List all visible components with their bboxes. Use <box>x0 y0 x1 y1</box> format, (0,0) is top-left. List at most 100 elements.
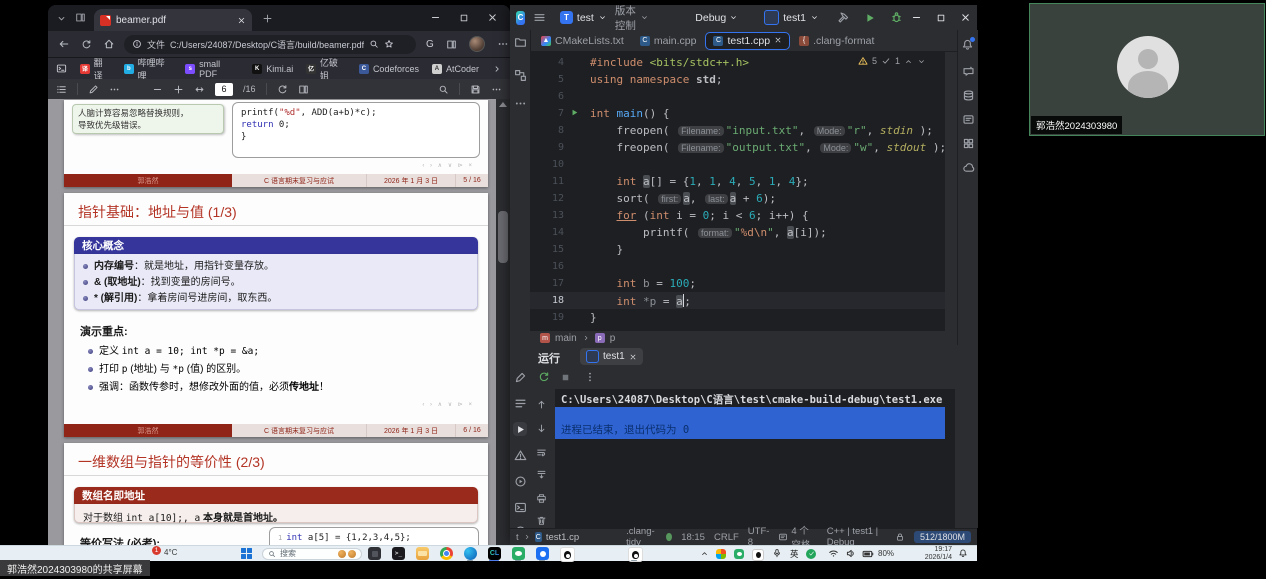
rerun-icon[interactable] <box>538 371 550 383</box>
pdf-draw-icon[interactable] <box>88 84 99 95</box>
tray-volume-icon[interactable] <box>845 548 856 559</box>
notification-center-icon[interactable] <box>958 548 968 558</box>
taskbar-wechat[interactable] <box>512 547 525 560</box>
documentation-tool-icon[interactable] <box>961 112 975 126</box>
pdf-viewport[interactable]: 人脑计算容易忽略替换规则， 导致优先级错误。 printf("%d", ADD(… <box>48 99 510 560</box>
taskbar-chrome[interactable] <box>440 547 453 560</box>
line-number[interactable]: 16 <box>530 261 572 272</box>
editor-tab-CMakeLists.txt[interactable]: ▲CMakeLists.txt <box>534 33 631 49</box>
taskbar-file-explorer[interactable] <box>416 547 429 560</box>
code-line-11[interactable]: 11 int a[] = {1, 1, 4, 5, 1, 4}; <box>530 173 945 190</box>
start-button[interactable] <box>240 547 253 560</box>
line-number[interactable]: 11 <box>530 176 572 187</box>
pdf-more-icon[interactable] <box>109 84 120 95</box>
bookmarks-overflow-icon[interactable] <box>492 64 502 74</box>
scroll-up-arrow[interactable] <box>499 102 507 107</box>
maximize-icon[interactable] <box>459 13 469 23</box>
run-tool-icon[interactable] <box>513 422 527 436</box>
sidebar-toggle-icon[interactable] <box>56 63 67 74</box>
run-tab[interactable]: test1 <box>580 348 643 365</box>
taskbar-search[interactable]: 搜索 <box>262 548 362 560</box>
code-line-19[interactable]: 19} <box>530 309 945 326</box>
split-screen-icon[interactable] <box>446 39 457 50</box>
maximize-icon[interactable] <box>936 13 946 23</box>
inspection-widget[interactable]: 5 1 <box>858 56 926 66</box>
back-icon[interactable] <box>58 38 70 50</box>
reload-icon[interactable] <box>81 39 92 50</box>
tray-overflow-icon[interactable] <box>700 549 709 558</box>
weather-temperature[interactable]: 4°C <box>164 548 177 557</box>
two-page-view-icon[interactable] <box>298 84 309 95</box>
status-caret-position[interactable]: 18:15 <box>681 532 705 543</box>
close-icon[interactable] <box>487 12 498 23</box>
zoom-page-icon[interactable] <box>369 39 379 49</box>
code-line-13[interactable]: 13 for (int i = 0; i < 6; i++) { <box>530 207 945 224</box>
page-number-input[interactable]: 6 <box>215 83 233 96</box>
prev-problem-icon[interactable] <box>904 57 913 66</box>
minimize-icon[interactable] <box>430 12 441 23</box>
clangd-status-icon[interactable] <box>666 533 672 541</box>
pdf-scrollbar[interactable] <box>496 99 510 560</box>
run-gutter-icon[interactable] <box>570 108 579 119</box>
project-widget[interactable]: T test <box>560 11 607 24</box>
taskbar-meeting-app[interactable] <box>536 547 549 560</box>
status-file-name[interactable]: test1.cp <box>546 532 579 543</box>
code-line-6[interactable]: 6 <box>530 88 945 105</box>
line-number[interactable]: 14 <box>530 227 572 238</box>
browser-menu-icon[interactable] <box>497 38 509 50</box>
code-line-15[interactable]: 15 } <box>530 241 945 258</box>
url-text[interactable]: C:/Users/24087/Desktop/C语言/build/beamer.… <box>170 38 364 51</box>
services-tool-icon[interactable] <box>513 474 527 488</box>
pdf-search-icon[interactable] <box>438 84 449 95</box>
clear-console-icon[interactable] <box>536 515 547 526</box>
code-line-18[interactable]: 18 int *p = a; <box>530 292 945 309</box>
line-number[interactable]: 8 <box>530 125 572 136</box>
stop-icon[interactable] <box>560 372 571 383</box>
code-line-8[interactable]: 8 freopen( Filename:"input.txt", Mode:"r… <box>530 122 945 139</box>
line-number[interactable]: 10 <box>530 159 572 170</box>
line-number[interactable]: 6 <box>530 91 572 102</box>
editor-tab-.clang-format[interactable]: {.clang-format <box>792 33 881 49</box>
build-type-selector[interactable]: Debug <box>695 12 738 24</box>
tray-wechat-icon[interactable] <box>734 549 744 559</box>
minimize-icon[interactable] <box>911 12 922 23</box>
zoom-out-icon[interactable] <box>152 84 163 95</box>
tray-battery-icon[interactable] <box>862 548 874 560</box>
breadcrumb-variable[interactable]: p <box>610 333 616 344</box>
next-problem-icon[interactable] <box>917 57 926 66</box>
tab-actions-chevron-icon[interactable] <box>56 13 67 24</box>
g-extension-icon[interactable]: G <box>426 39 434 50</box>
code-line-7[interactable]: 7int main() { <box>530 105 945 122</box>
code-line-14[interactable]: 14 printf( format:"%d\n", a[i]); <box>530 224 945 241</box>
terminal-tool-icon[interactable] <box>513 500 527 514</box>
line-number[interactable]: 17 <box>530 278 572 289</box>
problems-tool-icon[interactable] <box>513 448 527 462</box>
taskbar-widgets-app[interactable] <box>368 547 381 560</box>
bookmark-AtCoder[interactable]: AAtCoder <box>432 56 479 82</box>
favorite-star-icon[interactable] <box>384 39 394 49</box>
line-number[interactable]: 18 <box>530 295 572 306</box>
tray-wifi-icon[interactable] <box>828 548 839 559</box>
line-number[interactable]: 13 <box>530 210 572 221</box>
code-line-16[interactable]: 16 <box>530 258 945 275</box>
soft-wrap-icon[interactable] <box>536 447 547 458</box>
line-number[interactable]: 15 <box>530 244 572 255</box>
browser-tab-active[interactable]: beamer.pdf <box>94 9 252 31</box>
status-breadcrumb-prefix[interactable]: t <box>516 532 519 543</box>
scrollbar-thumb[interactable] <box>498 211 508 263</box>
prev-occurrence-icon[interactable] <box>536 399 547 410</box>
zoom-in-icon[interactable] <box>173 84 184 95</box>
home-icon[interactable] <box>103 38 115 50</box>
build-tool-icon[interactable] <box>513 370 527 384</box>
run-config-selector[interactable]: test1 <box>764 10 819 25</box>
run-icon[interactable] <box>864 12 876 24</box>
pdf-toc-icon[interactable] <box>56 84 67 95</box>
taskbar-terminal-app[interactable]: >_ <box>392 547 405 560</box>
tab-close-icon[interactable] <box>237 16 246 25</box>
code-editor[interactable]: 4#include <bits/stdc++.h>5using namespac… <box>530 52 945 330</box>
bookmark-翻译[interactable]: 译翻译 <box>80 56 111 82</box>
ime-indicator[interactable]: 英 <box>790 548 799 560</box>
lock-icon[interactable] <box>895 532 905 542</box>
next-occurrence-icon[interactable] <box>536 423 547 434</box>
tray-store-icon[interactable] <box>716 549 726 559</box>
